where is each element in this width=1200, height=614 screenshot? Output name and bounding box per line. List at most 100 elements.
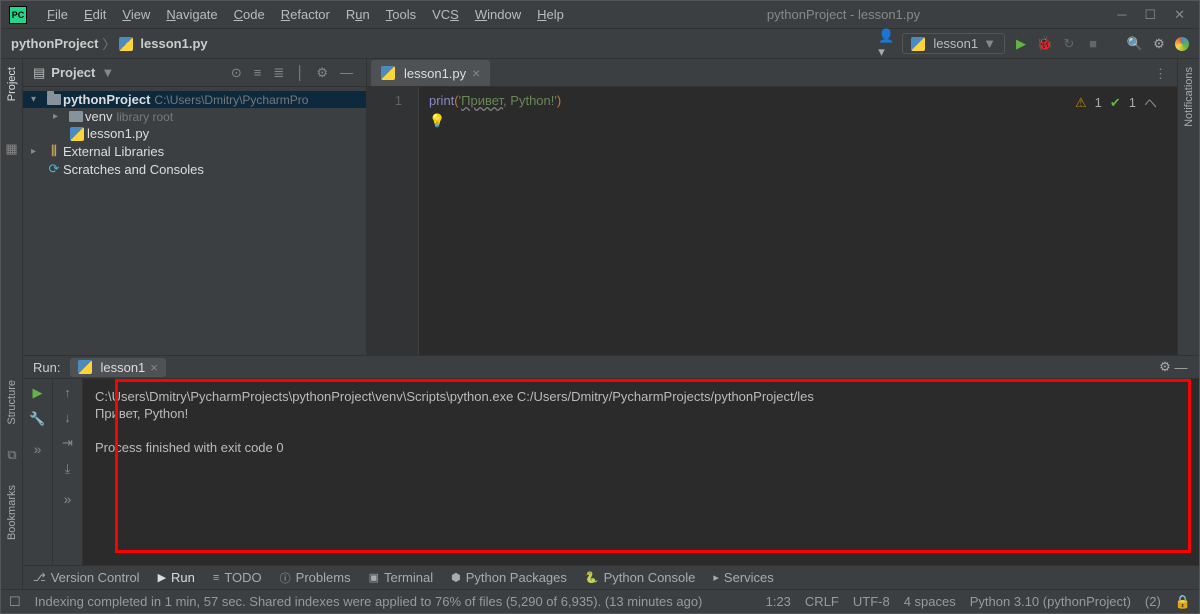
gutter: 1 <box>367 87 419 355</box>
run-more-icon-2[interactable]: » <box>60 487 76 511</box>
rail-bookmarks[interactable]: Bookmarks <box>6 485 18 540</box>
menu-window[interactable]: Window <box>469 5 527 24</box>
tool-todo[interactable]: ≡TODO <box>213 570 262 585</box>
run-config-selector[interactable]: lesson1 ▼ <box>902 33 1005 54</box>
breadcrumb-project[interactable]: pythonProject <box>11 36 98 51</box>
tree-venv[interactable]: ▸ venv library root <box>23 108 366 125</box>
status-line-ending[interactable]: CRLF <box>805 594 839 609</box>
python-file-icon <box>911 37 925 51</box>
project-tree: ▾ pythonProject C:\Users\Dmitry\PycharmP… <box>23 87 366 182</box>
run-output[interactable]: C:\Users\Dmitry\PycharmProjects\pythonPr… <box>83 379 1199 565</box>
rail-project[interactable]: Project <box>6 67 18 101</box>
run-tab-label: lesson1 <box>100 360 145 375</box>
close-tab-icon[interactable]: × <box>472 65 480 81</box>
add-user-icon[interactable]: 👤▾ <box>878 36 894 52</box>
run-settings-icon[interactable]: ⚙ <box>1157 359 1173 375</box>
color-picker-icon[interactable] <box>1175 37 1189 51</box>
nav-bar: pythonProject 〉 lesson1.py 👤▾ lesson1 ▼ … <box>1 29 1199 59</box>
editor: lesson1.py × ⋮ 1 print('Привет, Python!'… <box>367 59 1177 355</box>
pycharm-icon: PC <box>9 6 27 24</box>
tree-root[interactable]: ▾ pythonProject C:\Users\Dmitry\PycharmP… <box>23 91 366 108</box>
status-message: Indexing completed in 1 min, 57 sec. Sha… <box>35 594 703 609</box>
menu-edit[interactable]: Edit <box>78 5 112 24</box>
tree-scratches[interactable]: ⟳ Scratches and Consoles <box>23 160 366 178</box>
collapse-all-icon[interactable]: ≣ <box>270 65 287 81</box>
debug-button[interactable]: 🐞 <box>1037 36 1053 52</box>
panel-settings-icon[interactable]: ⚙ <box>313 65 331 81</box>
status-indent[interactable]: 4 spaces <box>904 594 956 609</box>
python-file-icon <box>119 37 133 51</box>
tool-terminal[interactable]: ▣Terminal <box>369 570 434 585</box>
right-tool-rail: Notifications <box>1177 59 1199 355</box>
tree-file-lesson1[interactable]: lesson1.py <box>23 125 366 142</box>
intention-bulb-icon[interactable]: 💡 <box>429 113 445 129</box>
status-caret-pos[interactable]: 1:23 <box>766 594 791 609</box>
select-open-file-icon[interactable]: ⊙ <box>228 65 245 81</box>
chevron-up-icon[interactable]: ヘ <box>1144 93 1157 112</box>
bottom-tool-strip: ⎇Version Control ▶Run ≡TODO ⓘProblems ▣T… <box>23 565 1199 589</box>
editor-more-icon[interactable]: ⋮ <box>1144 62 1177 86</box>
tree-external-libraries[interactable]: ▸ ⫼ External Libraries <box>23 142 366 160</box>
menu-tools[interactable]: Tools <box>380 5 422 24</box>
project-icon: ▤ <box>33 65 45 81</box>
menu-view[interactable]: View <box>116 5 156 24</box>
run-button[interactable]: ▶ <box>1013 36 1029 52</box>
tool-python-packages[interactable]: ⬢Python Packages <box>451 570 567 585</box>
down-arrow-icon[interactable]: ↓ <box>64 410 71 425</box>
rail-squares-icon[interactable]: ▦ <box>5 141 17 157</box>
rerun-button[interactable]: ▶ <box>33 385 43 401</box>
lock-icon[interactable]: 🔒 <box>1175 594 1191 610</box>
editor-tab-label: lesson1.py <box>404 66 466 81</box>
rail-notifications[interactable]: Notifications <box>1183 67 1195 127</box>
run-toolbar-primary: ▶ 🔧 » <box>23 379 53 565</box>
status-tool-windows-icon[interactable]: ☐ <box>9 594 21 610</box>
window-title: pythonProject - lesson1.py <box>570 7 1117 22</box>
status-interpreter[interactable]: Python 3.10 (pythonProject) <box>970 594 1131 609</box>
structure-icon[interactable]: ⧉ <box>7 447 16 463</box>
close-tab-icon[interactable]: × <box>150 360 158 375</box>
run-toolbar-secondary: ↑ ↓ ⇥ ⤓ » <box>53 379 83 565</box>
status-notifications[interactable]: (2) <box>1145 594 1161 609</box>
soft-wrap-icon[interactable]: ⇥ <box>62 435 73 451</box>
tool-version-control[interactable]: ⎇Version Control <box>33 570 140 585</box>
tool-problems[interactable]: ⓘProblems <box>280 570 351 586</box>
breadcrumb[interactable]: pythonProject 〉 lesson1.py <box>11 34 208 53</box>
search-icon[interactable]: 🔍 <box>1127 36 1143 52</box>
check-icon: ✔ <box>1110 95 1121 111</box>
menu-navigate[interactable]: Navigate <box>160 5 223 24</box>
run-config-label: lesson1 <box>933 36 978 51</box>
run-more-icon[interactable]: » <box>30 437 46 461</box>
scroll-to-end-icon[interactable]: ⤓ <box>65 461 71 477</box>
run-tool-window: Run: lesson1 × ⚙ — ▶ 🔧 » ↑ ↓ <box>23 355 1199 565</box>
hide-panel-icon[interactable]: — <box>337 65 356 80</box>
hide-run-panel-icon[interactable]: — <box>1173 359 1189 375</box>
run-wrench-icon[interactable]: 🔧 <box>29 411 45 427</box>
rail-structure[interactable]: Structure <box>6 380 18 425</box>
inspection-widget[interactable]: ⚠1 ✔1 ヘ <box>1075 93 1157 112</box>
menu-vcs[interactable]: VCS <box>426 5 465 24</box>
menu-refactor[interactable]: Refactor <box>275 5 336 24</box>
tool-python-console[interactable]: 🐍Python Console <box>585 570 695 585</box>
tool-run[interactable]: ▶Run <box>158 570 195 585</box>
menu-help[interactable]: Help <box>531 5 570 24</box>
status-encoding[interactable]: UTF-8 <box>853 594 890 609</box>
menu-code[interactable]: Code <box>228 5 271 24</box>
run-tab-lesson1[interactable]: lesson1 × <box>70 358 165 377</box>
code-editor[interactable]: 1 print('Привет, Python!') 💡 ⚠1 ✔1 ヘ <box>367 87 1177 355</box>
up-arrow-icon[interactable]: ↑ <box>64 385 71 400</box>
expand-all-icon[interactable]: ≡ <box>251 65 265 80</box>
maximize-button[interactable]: ☐ <box>1144 7 1156 23</box>
main-menu: File Edit View Navigate Code Refactor Ru… <box>41 5 570 24</box>
status-bar: ☐ Indexing completed in 1 min, 57 sec. S… <box>1 589 1199 613</box>
settings-icon[interactable]: ⚙ <box>1151 36 1167 52</box>
editor-tab-lesson1[interactable]: lesson1.py × <box>371 60 490 86</box>
breadcrumb-file[interactable]: lesson1.py <box>140 36 207 51</box>
run-title: Run: <box>33 360 60 375</box>
minimize-button[interactable]: ─ <box>1117 7 1126 23</box>
menu-run[interactable]: Run <box>340 5 376 24</box>
menu-file[interactable]: File <box>41 5 74 24</box>
stop-button[interactable]: ■ <box>1085 36 1101 52</box>
tool-services[interactable]: ▸Services <box>713 570 773 585</box>
more-run-icon[interactable]: ↻ <box>1061 36 1077 52</box>
close-button[interactable]: ✕ <box>1174 7 1185 23</box>
